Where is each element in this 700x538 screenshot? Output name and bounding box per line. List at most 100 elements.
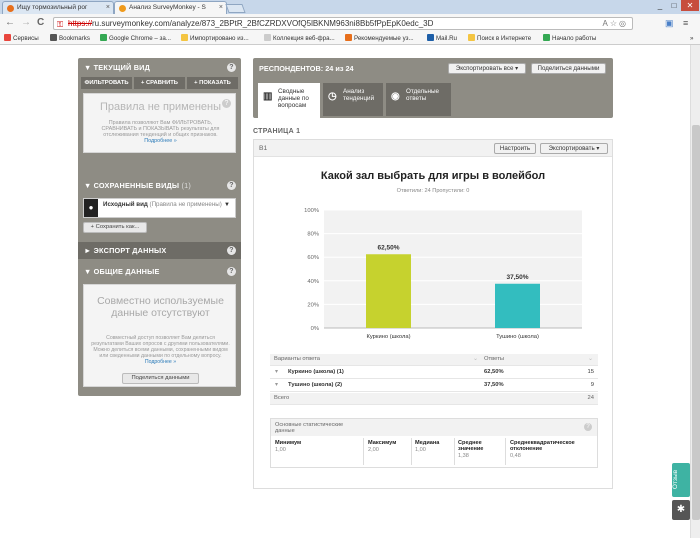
bookmark-recommended[interactable]: Рекомендуемые уз... [345, 34, 414, 43]
help-icon[interactable]: ? [222, 99, 231, 108]
bookmark-start[interactable]: Начало работы [543, 34, 596, 43]
bookmark-bookmarks[interactable]: Bookmarks [50, 34, 90, 43]
divider [411, 438, 412, 465]
learn-more-link[interactable]: Подробнее » [144, 138, 176, 144]
minimize-icon[interactable]: _ [653, 0, 667, 11]
browser-tab-1[interactable]: Ищу тормозильный рог × [2, 1, 114, 14]
sort-icon[interactable]: ⌄ [473, 354, 478, 365]
shared-description-text: Совместный доступ позволяет Вам делиться… [91, 335, 230, 359]
answer-count: 15 [587, 369, 594, 375]
star-icon [50, 34, 57, 41]
compare-button[interactable]: + СРАВНИТЬ [134, 77, 185, 89]
feedback-button[interactable]: Отзыв [672, 463, 690, 497]
maximize-icon[interactable]: □ [667, 0, 681, 11]
omnibox-icons: A☆◎ [603, 18, 629, 29]
table-total-row: Всего 24 [270, 393, 598, 405]
rules-panel: Правила не применены ? Правила позволяют… [83, 93, 236, 153]
back-icon[interactable]: ← [5, 17, 15, 29]
help-icon[interactable]: ? [584, 423, 592, 431]
shared-empty-title: Совместно используемые данные отсутствую… [97, 295, 224, 319]
filter-button[interactable]: ФИЛЬТРОВАТЬ [81, 77, 132, 89]
help-icon[interactable]: ? [227, 181, 236, 190]
share-data-button[interactable]: Поделиться данными [122, 373, 199, 384]
translate-icon[interactable]: A [603, 19, 610, 28]
help-icon[interactable]: ? [227, 267, 236, 276]
bar [495, 283, 540, 328]
bookmark-label: Bookmarks [59, 35, 90, 42]
bookmark-imported[interactable]: Импортировано из... [181, 34, 249, 43]
menu-icon[interactable]: ≡ [683, 17, 688, 29]
tab-label: Отдельные ответы [406, 88, 440, 102]
current-view-header[interactable]: ▼ ТЕКУЩИЙ ВИД ? [78, 60, 241, 75]
saved-view-item[interactable]: ● Исходный вид (Правила не применены) ▼ [83, 198, 236, 218]
question-card: В1 Настроить Экспортировать ▾ Какой зал … [253, 139, 613, 489]
address-bar[interactable]: ⚿ https://ru.surveymonkey.com/analyze/873… [53, 17, 633, 30]
stat-mean: Среднее значение 1,38 [458, 440, 500, 459]
scrollbar-thumb[interactable] [692, 125, 700, 520]
tab-favicon-icon [7, 5, 14, 12]
tab-label: Анализ SurveyMonkey - S [129, 4, 206, 11]
help-icon[interactable]: ? [227, 246, 236, 255]
shared-data-header[interactable]: ▼ ОБЩИЕ ДАННЫЕ ? [78, 264, 241, 279]
bookmark-webslices[interactable]: Коллекция веб-фра... [264, 34, 335, 43]
folder-icon [181, 34, 188, 41]
table-header-row: Варианты ответа ⌄ Ответы ⌄ [270, 354, 598, 366]
question-title: Какой зал выбрать для игры в волейбол [320, 170, 546, 182]
tab-individual-responses[interactable]: ◉ Отдельные ответы [386, 83, 451, 116]
divider [454, 438, 455, 465]
help-icon[interactable]: ? [227, 63, 236, 72]
url-scheme: https:// [68, 19, 93, 28]
expand-icon[interactable]: ▾ [275, 367, 278, 378]
bookmark-label: Google Chrome – за... [109, 35, 171, 42]
bookmark-label: Коллекция веб-фра... [273, 35, 335, 42]
save-as-button[interactable]: + Сохранить как... [83, 222, 147, 233]
answer-percent: 37,50% [484, 382, 504, 388]
export-data-title: ► ЭКСПОРТ ДАННЫХ [84, 246, 167, 255]
new-tab-button[interactable] [225, 4, 246, 13]
y-tick-label: 100% [304, 208, 319, 214]
tab-trends[interactable]: ◷ Анализ тенденций [323, 83, 383, 116]
bookmark-label: Рекомендуемые уз... [354, 35, 414, 42]
chart-svg: 0% 20% 40% 60% 80% 100% 62,50% Куркино (школа) 3… [304, 208, 582, 340]
lock-icon: ⚿ [57, 20, 64, 29]
bookmark-services[interactable]: Сервисы [4, 34, 39, 43]
saved-views-header[interactable]: ▼ СОХРАНЕННЫЕ ВИДЫ (1) ? [78, 178, 241, 193]
bookmark-search[interactable]: Поиск в Интернете [468, 34, 531, 43]
question-header: В1 Настроить Экспортировать ▾ [254, 140, 612, 157]
configure-button[interactable]: Настроить [494, 143, 536, 154]
tab-label: Ищу тормозильный рог [17, 4, 88, 11]
bookmark-chrome[interactable]: Google Chrome – за... [100, 34, 171, 43]
forward-icon[interactable]: → [21, 17, 31, 29]
reload-icon[interactable]: C [37, 17, 44, 29]
extension-icon[interactable]: ◎ [619, 19, 628, 28]
learn-more-link[interactable]: Подробнее » [145, 359, 176, 365]
share-data-button[interactable]: Поделиться данными [531, 63, 606, 74]
browser-tab-2[interactable]: Анализ SurveyMonkey - S × [114, 1, 227, 14]
export-question-button[interactable]: Экспортировать ▾ [540, 143, 608, 154]
star-icon[interactable]: ☆ [610, 19, 619, 28]
export-data-header[interactable]: ► ЭКСПОРТ ДАННЫХ ? [78, 242, 241, 259]
close-window-icon[interactable]: ✕ [681, 0, 699, 11]
extension-button-icon[interactable]: ▣ [665, 17, 674, 29]
show-button[interactable]: + ПОКАЗАТЬ [187, 77, 238, 89]
bookmarks-overflow[interactable]: » [690, 34, 693, 43]
expand-icon[interactable]: ▾ [275, 380, 278, 391]
tab-close-icon[interactable]: × [219, 4, 223, 11]
chrome-icon [100, 34, 107, 41]
bookmark-mailru[interactable]: Mail.Ru [427, 34, 457, 43]
dropdown-caret-icon[interactable]: ▼ [224, 202, 230, 208]
stat-label: Медиана [415, 440, 440, 446]
search-icon [468, 34, 475, 41]
tab-close-icon[interactable]: × [106, 4, 110, 11]
bug-icon[interactable]: ✱ [672, 500, 690, 520]
scrollbar[interactable] [690, 45, 700, 538]
stat-label: Среднеквадратическое отклонение [510, 440, 575, 452]
statistics-header: Основные статистические данные ? [271, 419, 597, 436]
shared-data-title: ▼ ОБЩИЕ ДАННЫЕ [84, 267, 160, 276]
clock-icon: ◷ [328, 91, 337, 102]
export-all-button[interactable]: Экспортировать все ▾ [448, 63, 526, 74]
x-tick-label: Тушино (школа) [496, 334, 539, 340]
sort-icon[interactable]: ⌄ [588, 354, 593, 365]
column-header: Ответы [484, 356, 505, 362]
tab-question-summaries[interactable]: ▥ Сводные данные по вопросам [258, 83, 320, 118]
